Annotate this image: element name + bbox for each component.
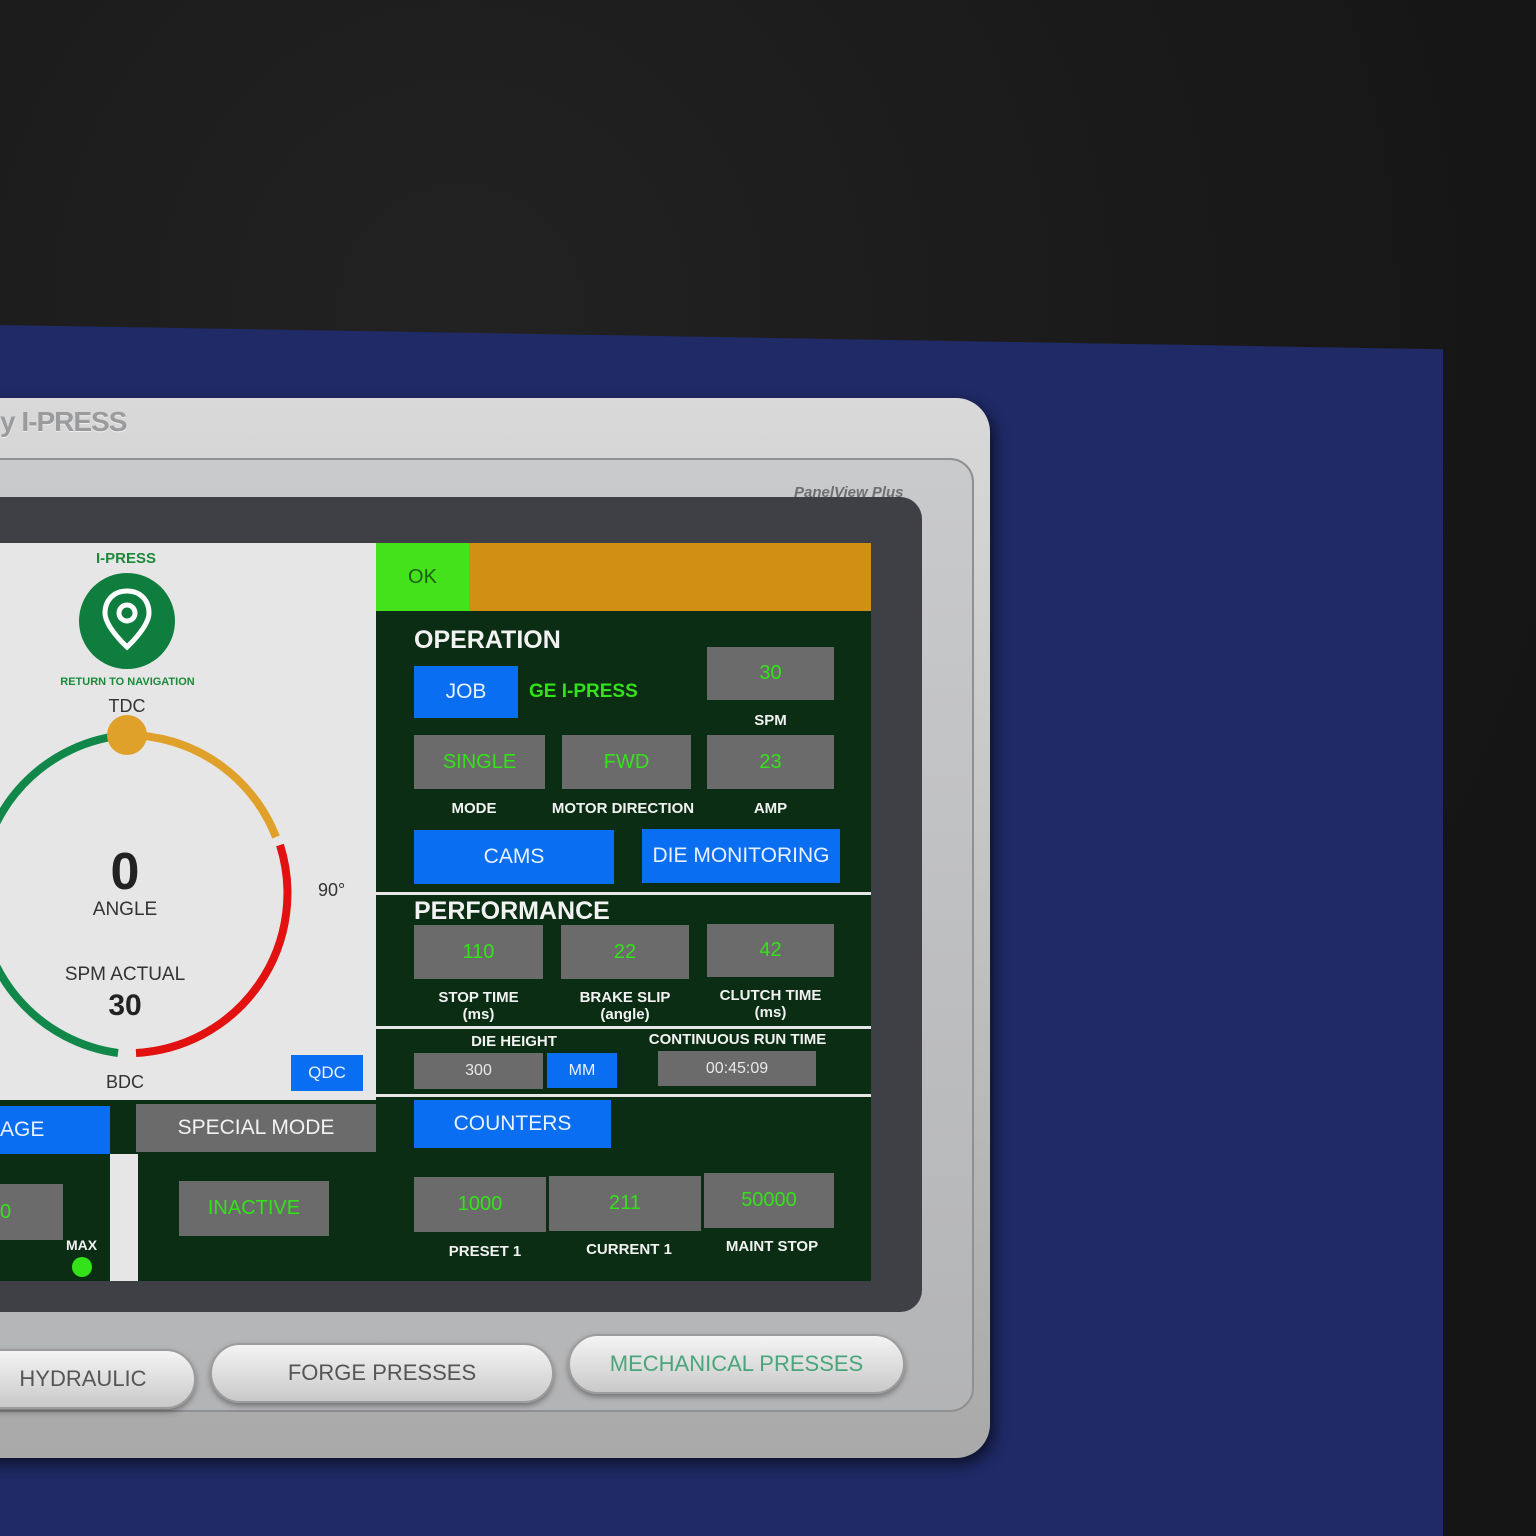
spm-setpoint[interactable]: 30 [707, 647, 834, 700]
maint-stop-label: MAINT STOP [725, 1238, 819, 1255]
job-button[interactable]: JOB [414, 666, 518, 718]
motor-direction-value[interactable]: FWD [562, 735, 691, 789]
hydraulic-button[interactable]: HYDRAULIC [0, 1349, 196, 1409]
mode-value[interactable]: SINGLE [414, 735, 545, 789]
stop-time-value: 110 [414, 925, 543, 979]
location-pin-icon[interactable] [79, 573, 175, 669]
gauge-position-marker [107, 715, 147, 755]
left-value-box: 0 [0, 1184, 63, 1240]
gauge-pane: I-PRESS RETURN TO NAVIGATION TDC 90° 0 A… [0, 543, 376, 1100]
qdc-button[interactable]: QDC [291, 1055, 363, 1091]
motor-direction-label: MOTOR DIRECTION [551, 800, 695, 817]
run-time-label: CONTINUOUS RUN TIME [648, 1031, 827, 1048]
amp-value: 23 [707, 735, 834, 789]
cams-button[interactable]: CAMS [414, 830, 614, 884]
brake-slip-value: 22 [561, 925, 689, 979]
forge-presses-button[interactable]: FORGE PRESSES [210, 1343, 554, 1403]
spm-actual-value: 30 [108, 989, 142, 1022]
ok-status: OK [376, 543, 469, 611]
return-navigation-link[interactable]: RETURN TO NAVIGATION [40, 676, 215, 688]
operation-title: OPERATION [414, 626, 561, 654]
spm-actual-label: SPM ACTUAL [64, 964, 186, 985]
alarm-banner [469, 543, 871, 611]
die-height-value[interactable]: 300 [414, 1053, 543, 1089]
current-value: 211 [549, 1176, 701, 1231]
preset-value[interactable]: 1000 [414, 1177, 546, 1232]
job-name: GE I-PRESS [529, 681, 638, 702]
special-mode-status[interactable]: INACTIVE [179, 1181, 329, 1236]
hmi-screen: I-PRESS RETURN TO NAVIGATION TDC 90° 0 A… [0, 543, 871, 1281]
mechanical-presses-button[interactable]: MECHANICAL PRESSES [568, 1334, 905, 1394]
performance-title: PERFORMANCE [414, 897, 610, 925]
max-indicator-icon [72, 1257, 92, 1277]
amp-label: AMP [753, 800, 788, 817]
run-time-value: 00:45:09 [658, 1051, 816, 1086]
bdc-label: BDC [105, 1072, 144, 1092]
clutch-time-value: 42 [707, 924, 834, 977]
stop-time-label: STOP TIME (ms) [438, 989, 519, 1023]
mm-unit-button[interactable]: MM [547, 1053, 617, 1088]
angle-label: ANGLE [92, 899, 158, 920]
maint-stop-value[interactable]: 50000 [704, 1173, 834, 1228]
current-label: CURRENT 1 [586, 1241, 672, 1258]
die-monitoring-button[interactable]: DIE MONITORING [642, 829, 840, 883]
preset-label: PRESET 1 [448, 1243, 522, 1260]
die-height-label: DIE HEIGHT [471, 1033, 557, 1050]
max-label: MAX [66, 1237, 98, 1253]
tab-special-mode[interactable]: SPECIAL MODE [136, 1104, 376, 1152]
section-divider [376, 1026, 871, 1029]
section-divider [376, 892, 871, 895]
tab-age[interactable]: AGE [0, 1106, 110, 1154]
logo-title: I-PRESS [95, 550, 156, 567]
section-divider [376, 1094, 871, 1097]
counters-button[interactable]: COUNTERS [414, 1100, 611, 1148]
mode-label: MODE [451, 800, 497, 817]
pane-separator [110, 1154, 138, 1281]
brake-slip-label: BRAKE SLIP (angle) [579, 989, 671, 1023]
spm-label: SPM [754, 712, 787, 729]
brand-label: y I-PRESS [0, 406, 127, 437]
ninety-degree-label: 90° [318, 880, 346, 900]
clutch-time-label: CLUTCH TIME (ms) [719, 987, 822, 1021]
angle-value: 0 [110, 843, 140, 901]
gauge-orange-arc [125, 730, 280, 839]
